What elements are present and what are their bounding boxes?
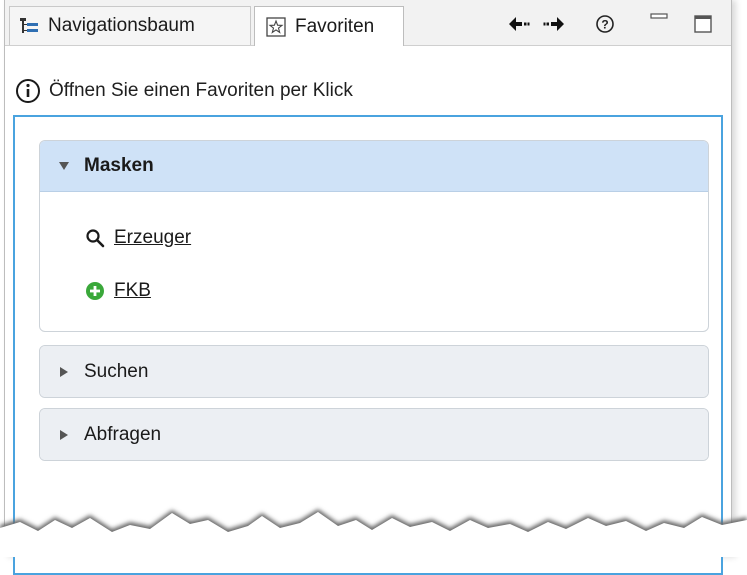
- hint-text: Öffnen Sie einen Favoriten per Klick: [49, 80, 353, 101]
- section-title: Suchen: [84, 360, 149, 382]
- tab-favoriten[interactable]: Favoriten: [254, 6, 404, 46]
- info-hint: Öffnen Sie einen Favoriten per Klick: [15, 76, 353, 106]
- add-circle-icon: [84, 280, 106, 302]
- section-header-abfragen[interactable]: Abfragen: [40, 409, 708, 460]
- triangle-right-icon: [58, 366, 70, 378]
- tab-label: Navigationsbaum: [48, 15, 195, 36]
- section-abfragen: Abfragen: [39, 408, 709, 461]
- section-title: Abfragen: [84, 423, 162, 445]
- help-icon[interactable]: ?: [593, 12, 617, 36]
- search-icon: [84, 227, 106, 249]
- minimize-icon[interactable]: [647, 5, 671, 29]
- triangle-down-icon: [58, 160, 70, 172]
- arrow-right-icon[interactable]: [542, 12, 566, 36]
- section-header-suchen[interactable]: Suchen: [40, 346, 708, 397]
- torn-edge: [0, 509, 747, 557]
- favorite-link-erzeuger[interactable]: Erzeuger: [114, 227, 191, 249]
- triangle-right-icon: [58, 429, 70, 441]
- arrow-left-icon[interactable]: [507, 12, 531, 36]
- section-masken: Masken Erzeuger FKB: [39, 140, 709, 332]
- section-title: Masken: [84, 155, 154, 176]
- tree-icon: [18, 15, 40, 37]
- star-icon: [265, 16, 287, 38]
- section-header-masken[interactable]: Masken: [40, 141, 708, 192]
- section-suchen: Suchen: [39, 345, 709, 398]
- favorite-item-fkb: FKB: [84, 280, 151, 302]
- favorite-link-fkb[interactable]: FKB: [114, 280, 151, 302]
- tab-label: Favoriten: [295, 15, 375, 37]
- tab-navigationsbaum[interactable]: Navigationsbaum: [9, 6, 251, 45]
- tab-bar: Navigationsbaum Favoriten ?: [5, 0, 731, 46]
- maximize-icon[interactable]: [691, 12, 715, 36]
- favorite-item-erzeuger: Erzeuger: [84, 227, 191, 249]
- info-icon: [15, 78, 41, 104]
- svg-text:?: ?: [601, 17, 608, 31]
- favorites-view: Navigationsbaum Favoriten ? Öffnen Sie e…: [4, 0, 732, 575]
